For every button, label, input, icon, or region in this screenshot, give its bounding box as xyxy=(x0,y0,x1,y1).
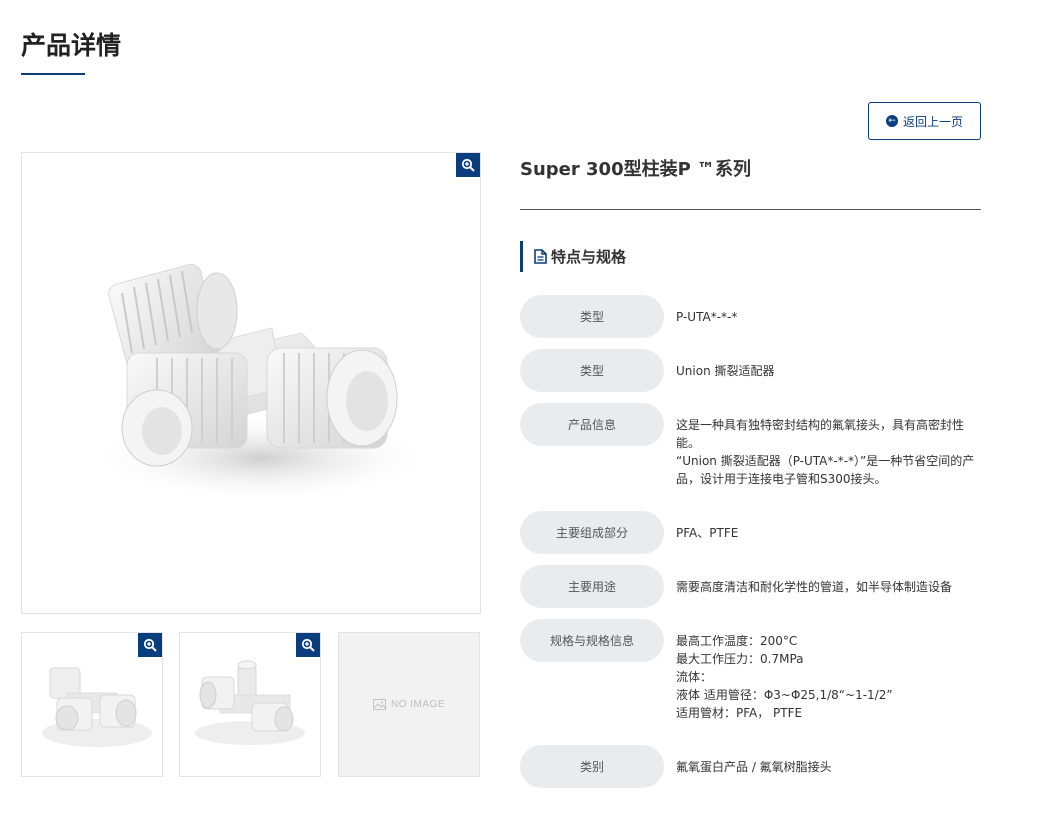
spec-label: 类型 xyxy=(520,349,664,392)
zoom-in-icon xyxy=(461,158,475,172)
product-title: Super 300型柱装P ™系列 xyxy=(520,159,752,180)
spec-label: 类型 xyxy=(520,295,664,338)
back-button[interactable]: ← 返回上一页 xyxy=(868,102,981,140)
thumbnail-no-image[interactable]: NO IMAGE xyxy=(338,632,480,777)
image-placeholder-icon xyxy=(372,699,386,710)
zoom-in-icon xyxy=(301,638,315,652)
spec-value: Union 撕裂适配器 xyxy=(676,364,775,378)
thumbnail-2[interactable] xyxy=(179,632,321,777)
spec-value: PFA、PTFE xyxy=(676,526,739,540)
spec-label: 主要用途 xyxy=(520,565,664,608)
title-underline xyxy=(21,73,85,75)
spec-value: 这是一种具有独特密封结构的氟氧接头，具有高密封性 能。 “Union 撕裂适配器… xyxy=(676,418,975,486)
spec-label: 规格与规格信息 xyxy=(520,619,664,662)
product-tee-fitting-image xyxy=(87,263,437,503)
section-heading: 特点与规格 xyxy=(520,241,626,272)
title-divider xyxy=(520,209,981,210)
spec-label: 主要组成部分 xyxy=(520,511,664,554)
document-icon xyxy=(534,249,547,264)
spec-label: 类别 xyxy=(520,745,664,788)
back-button-label: 返回上一页 xyxy=(902,114,963,129)
spec-value: P-UTA*-*-* xyxy=(676,310,738,324)
spec-value: 氟氧蛋白产品 / 氟氧树脂接头 xyxy=(676,760,832,774)
zoom-button[interactable] xyxy=(456,153,480,177)
spec-value: 最高工作温度：200°C 最大工作压力：0.7MPa 流体： 液体 适用管径：Φ… xyxy=(676,634,893,720)
no-image-label: NO IMAGE xyxy=(390,699,445,710)
zoom-in-icon xyxy=(143,638,157,652)
main-product-image[interactable] xyxy=(21,152,481,614)
spec-value: 需要高度清洁和耐化学性的管道，如半导体制造设备 xyxy=(676,580,953,594)
thumbnail-1[interactable] xyxy=(21,632,163,777)
circle-arrow-left-icon: ← xyxy=(885,115,898,127)
zoom-button[interactable] xyxy=(296,633,320,657)
section-heading-text: 特点与规格 xyxy=(551,248,627,266)
page-title: 产品详情 xyxy=(21,31,122,60)
zoom-button[interactable] xyxy=(138,633,162,657)
spec-label: 产品信息 xyxy=(520,403,664,446)
